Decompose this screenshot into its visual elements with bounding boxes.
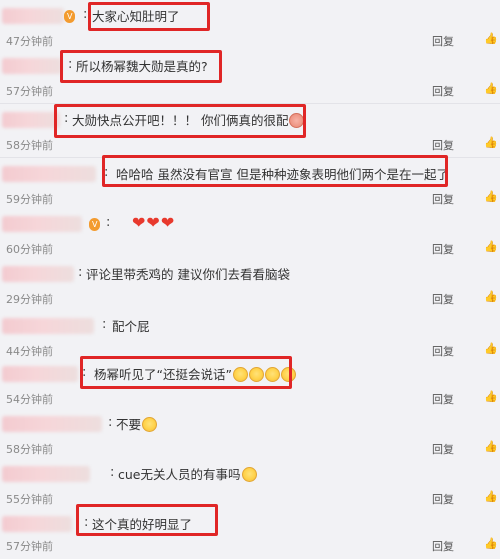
timestamp: 44分钟前 (6, 345, 53, 358)
reply-button[interactable]: 回复 (432, 491, 454, 507)
smirk-emoji-icon (241, 467, 257, 482)
separator-colon: : (102, 317, 107, 332)
comment-text: cue无关人员的有事吗 (118, 464, 257, 483)
thumbs-up-icon[interactable]: 👍 (484, 190, 498, 203)
username-blurred[interactable] (2, 8, 64, 24)
timestamp: 55分钟前 (6, 493, 53, 506)
thumbs-up-icon[interactable]: 👍 (484, 82, 498, 95)
comment-text-body: cue无关人员的有事吗 (118, 467, 241, 482)
list-item: : 不要 58分钟前 回复 👍 (0, 408, 500, 462)
highlight-box (60, 50, 222, 83)
username-blurred[interactable] (2, 416, 102, 432)
username-blurred[interactable] (2, 112, 60, 128)
separator-colon: : (83, 7, 88, 22)
timestamp: 58分钟前 (6, 139, 53, 152)
comment-list: V : 大家心知肚明了 47分钟前 回复 👍 : 所以杨幂魏大勋是真的? 57分… (0, 0, 500, 559)
timestamp: 58分钟前 (6, 443, 53, 456)
reply-button[interactable]: 回复 (432, 391, 454, 407)
username-blurred[interactable] (2, 216, 82, 232)
reply-button[interactable]: 回复 (432, 83, 454, 99)
comment-text: 配个屁 (112, 319, 150, 334)
thumbs-up-icon[interactable]: 👍 (484, 136, 498, 149)
thumbs-up-icon[interactable]: 👍 (484, 390, 498, 403)
separator-colon: : (106, 215, 111, 230)
reply-button[interactable]: 回复 (432, 33, 454, 49)
reply-button[interactable]: 回复 (432, 343, 454, 359)
reply-button[interactable]: 回复 (432, 241, 454, 257)
heart-icon: ❤ (146, 213, 160, 232)
timestamp: 29分钟前 (6, 293, 53, 306)
reply-button[interactable]: 回复 (432, 441, 454, 457)
username-blurred[interactable] (2, 366, 78, 382)
vip-badge: V (89, 218, 101, 231)
thumbs-up-icon[interactable]: 👍 (484, 290, 498, 303)
separator-colon: : (108, 415, 113, 430)
reply-button[interactable]: 回复 (432, 191, 454, 207)
highlight-box (80, 356, 292, 389)
username-blurred[interactable] (2, 166, 96, 182)
highlight-box (76, 504, 218, 536)
comment-text-body: 不要 (116, 417, 142, 432)
separator-colon: : (78, 265, 83, 280)
timestamp: 47分钟前 (6, 35, 53, 48)
thumbs-up-icon[interactable]: 👍 (484, 440, 498, 453)
reply-button[interactable]: 回复 (432, 291, 454, 307)
separator-colon: : (110, 465, 115, 480)
heart-icon: ❤ (160, 213, 175, 232)
thumbs-up-icon[interactable]: 👍 (484, 240, 498, 253)
timestamp: 60分钟前 (6, 243, 53, 256)
timestamp: 54分钟前 (6, 393, 53, 406)
highlight-box (54, 104, 306, 138)
list-item: : 这个真的好明显了 57分钟前 回复 👍 (0, 508, 500, 559)
timestamp: 57分钟前 (6, 85, 53, 98)
reply-button[interactable]: 回复 (432, 137, 454, 153)
username-blurred[interactable] (2, 58, 62, 74)
thumbs-up-icon[interactable]: 👍 (484, 537, 498, 550)
tear-face-emoji-icon (142, 417, 158, 432)
comment-text: 不要 (116, 414, 158, 433)
username-blurred[interactable] (2, 318, 94, 334)
timestamp: 59分钟前 (6, 193, 53, 206)
username-blurred[interactable] (2, 266, 74, 282)
timestamp: 57分钟前 (6, 540, 53, 553)
highlight-box (102, 155, 448, 187)
reply-button[interactable]: 回复 (432, 538, 454, 554)
list-item: : cue无关人员的有事吗 55分钟前 回复 👍 (0, 458, 500, 512)
thumbs-up-icon[interactable]: 👍 (484, 32, 498, 45)
list-item: : 评论里带秃鸡的 建议你们去看看脑袋 29分钟前 回复 👍 (0, 258, 500, 312)
username-blurred[interactable] (2, 516, 72, 532)
vip-badge: V (64, 10, 76, 23)
thumbs-up-icon[interactable]: 👍 (484, 490, 498, 503)
list-item: V : ❤❤❤ 60分钟前 回复 👍 (0, 208, 500, 262)
comment-text: 评论里带秃鸡的 建议你们去看看脑袋 (86, 267, 290, 282)
username-blurred[interactable] (2, 466, 90, 482)
list-item: V : 大家心知肚明了 47分钟前 回复 👍 (0, 0, 500, 54)
highlight-box (88, 2, 210, 31)
heart-icon: ❤ (132, 213, 146, 232)
comment-text: ❤❤❤ (132, 213, 175, 232)
thumbs-up-icon[interactable]: 👍 (484, 342, 498, 355)
